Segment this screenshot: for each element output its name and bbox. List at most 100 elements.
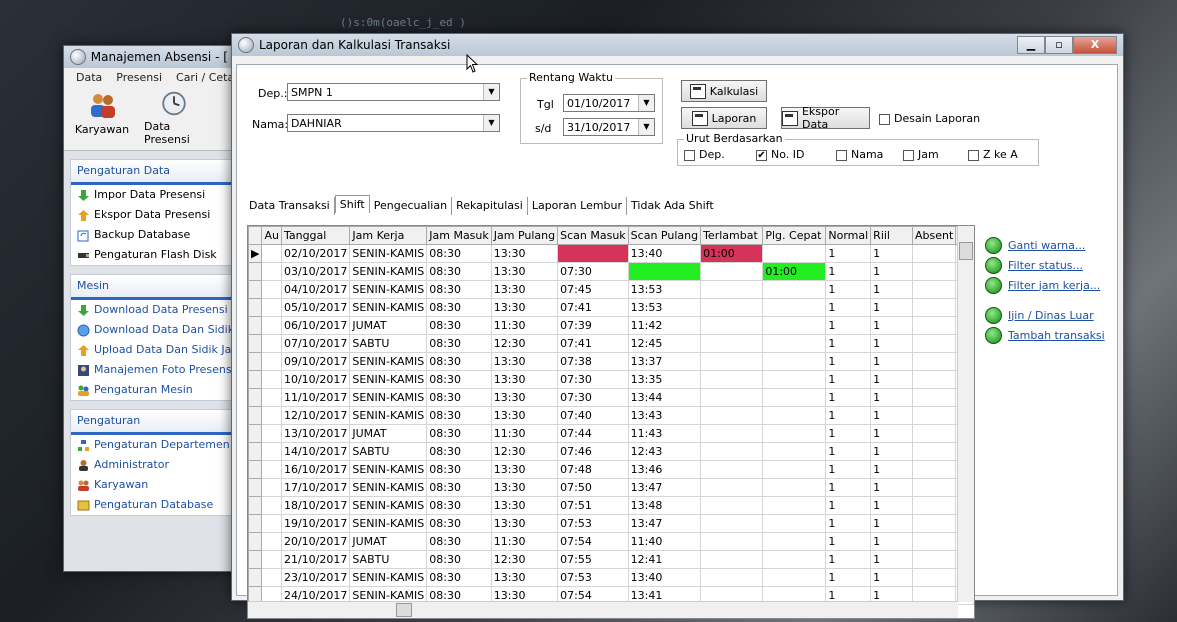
panel-item-upload-sidik-jari[interactable]: Upload Data Dan Sidik Jari K [71, 340, 250, 360]
column-header[interactable]: Absent [911, 226, 957, 245]
row-indicator[interactable] [248, 298, 263, 317]
column-header[interactable]: Jam Masuk [426, 226, 492, 245]
table-row[interactable]: 13/10/2017 JUMAT 08:30 11:30 07:44 11:43 1 1 [248, 424, 974, 443]
panel-title[interactable]: Mesin [71, 275, 237, 300]
minimize-button[interactable]: ▁ [1017, 36, 1045, 54]
panel-item-download-sidik-jari[interactable]: Download Data Dan Sidik Jari [71, 320, 255, 340]
column-header[interactable]: Scan Pulang [627, 226, 702, 245]
panel-item-ekspor[interactable]: Ekspor Data Presensi [71, 205, 237, 225]
scroll-thumb[interactable] [396, 603, 412, 617]
table-row[interactable]: 04/10/2017 SENIN-KAMIS 08:30 13:30 07:45 13:5… [248, 280, 974, 299]
column-header[interactable]: Jam Pulang [490, 226, 559, 245]
checkbox-box[interactable] [879, 113, 890, 125]
panel-item-flash-disk[interactable]: Pengaturan Flash Disk [71, 245, 237, 265]
report-window-titlebar[interactable]: Laporan dan Kalkulasi Transaksi [232, 34, 1123, 56]
laporan-button[interactable]: Laporan [681, 107, 767, 129]
menu-presensi[interactable]: Presensi [116, 71, 162, 84]
table-row[interactable]: 16/10/2017 SENIN-KAMIS 08:30 13:30 07:48 13:4… [248, 460, 974, 479]
tambah-transaksi-link[interactable]: Tambah transaksi [985, 325, 1105, 345]
horizontal-scrollbar[interactable] [248, 601, 958, 618]
kalkulasi-button[interactable]: Kalkulasi [681, 80, 767, 102]
row-indicator[interactable] [248, 550, 263, 569]
table-row[interactable]: 12/10/2017 SENIN-KAMIS 08:30 13:30 07:40 13:4… [248, 406, 974, 425]
row-indicator[interactable] [248, 280, 263, 299]
tab-tidak-ada-shift[interactable]: Tidak Ada Shift [627, 197, 718, 215]
ijin-dinas-luar-link[interactable]: Ijin / Dinas Luar [985, 305, 1105, 325]
urut-nama-checkbox[interactable]: Nama [836, 148, 883, 161]
row-indicator[interactable] [248, 388, 263, 407]
column-header[interactable]: Riil [870, 226, 913, 245]
row-indicator[interactable] [248, 496, 263, 515]
filter-jam-kerja-link[interactable]: Filter jam kerja... [985, 275, 1105, 295]
maximize-button[interactable]: ▫ [1045, 36, 1073, 54]
scroll-thumb[interactable] [959, 242, 973, 260]
panel-title[interactable]: Pengaturan Data [71, 160, 237, 185]
table-row[interactable]: 23/10/2017 SENIN-KAMIS 08:30 13:30 07:53 13:4… [248, 568, 974, 587]
ganti-warna-link[interactable]: Ganti warna... [985, 235, 1105, 255]
table-row[interactable]: ▶ 02/10/2017 SENIN-KAMIS 08:30 13:30 13:40 01:… [248, 244, 974, 263]
row-indicator[interactable] [248, 334, 263, 353]
row-indicator[interactable] [248, 514, 263, 533]
table-row[interactable]: 07/10/2017 SABTU 08:30 12:30 07:41 12:45 1 1 [248, 334, 974, 353]
panel-item-download-presensi[interactable]: Download Data Presensi [71, 300, 237, 320]
panel-item-departemen[interactable]: Pengaturan Departemen [71, 435, 237, 455]
tgl-date-picker[interactable]: 01/10/2017 ▼ [563, 94, 655, 112]
chevron-down-icon[interactable]: ▼ [638, 119, 654, 135]
urut-jam-checkbox[interactable]: Jam [903, 148, 939, 161]
row-indicator[interactable] [248, 532, 263, 551]
table-row[interactable]: 06/10/2017 JUMAT 08:30 11:30 07:39 11:42 1 1 [248, 316, 974, 335]
table-row[interactable]: 11/10/2017 SENIN-KAMIS 08:30 13:30 07:30 13:4… [248, 388, 974, 407]
dep-combobox[interactable]: SMPN 1 ▼ [287, 83, 500, 101]
ekspor-data-button[interactable]: Ekspor Data [781, 105, 870, 131]
column-header[interactable]: Terlambat [700, 226, 764, 245]
column-header[interactable]: Normal [825, 226, 872, 245]
menu-data[interactable]: Data [76, 71, 102, 84]
row-indicator[interactable] [248, 424, 263, 443]
panel-item-database[interactable]: Pengaturan Database [71, 495, 237, 515]
urut-zkea-checkbox[interactable]: Z ke A [968, 148, 1018, 161]
tab-shift[interactable]: Shift [334, 195, 370, 213]
panel-title[interactable]: Pengaturan [71, 410, 237, 435]
table-row[interactable]: 05/10/2017 SENIN-KAMIS 08:30 13:30 07:41 13:5… [248, 298, 974, 317]
vertical-scrollbar[interactable] [957, 226, 974, 602]
table-row[interactable]: 14/10/2017 SABTU 08:30 12:30 07:46 12:43 1 1 [248, 442, 974, 461]
chevron-down-icon[interactable]: ▼ [638, 95, 654, 111]
row-indicator[interactable] [248, 406, 263, 425]
checkbox-checked-box[interactable]: ✔ [756, 149, 767, 161]
checkbox-box[interactable] [903, 149, 914, 161]
column-header[interactable]: Scan Masuk [557, 226, 629, 245]
row-indicator[interactable] [248, 370, 263, 389]
table-row[interactable]: 20/10/2017 JUMAT 08:30 11:30 07:54 11:40 1 1 [248, 532, 974, 551]
sd-date-picker[interactable]: 31/10/2017 ▼ [563, 118, 655, 136]
shift-data-grid[interactable]: Au Tanggal Jam Kerja Jam Masuk Jam Pulang Sca… [247, 225, 975, 619]
urut-dep-checkbox[interactable]: Dep. [684, 148, 725, 161]
tab-laporan-lembur[interactable]: Laporan Lembur [528, 197, 628, 215]
panel-item-pengaturan-mesin[interactable]: Pengaturan Mesin [71, 380, 237, 400]
desain-laporan-checkbox[interactable]: Desain Laporan [879, 112, 980, 125]
table-row[interactable]: 21/10/2017 SABTU 08:30 12:30 07:55 12:41 1 1 [248, 550, 974, 569]
menu-cari-cetak[interactable]: Cari / Ceta [176, 71, 234, 84]
tab-data-transaksi[interactable]: Data Transaksi [245, 197, 335, 215]
row-indicator[interactable] [248, 262, 263, 281]
main-window-titlebar[interactable]: Manajemen Absensi - [ Su [64, 46, 244, 68]
row-indicator[interactable] [248, 478, 263, 497]
tab-rekapitulasi[interactable]: Rekapitulasi [452, 197, 528, 215]
checkbox-box[interactable] [968, 149, 979, 161]
toolbar-data-presensi-button[interactable]: Data Presensi [144, 90, 204, 146]
column-header[interactable]: Jam Kerja [349, 226, 428, 245]
table-row[interactable]: 10/10/2017 SENIN-KAMIS 08:30 13:30 07:30 13:3… [248, 370, 974, 389]
table-row[interactable]: 17/10/2017 SENIN-KAMIS 08:30 13:30 07:50 13:4… [248, 478, 974, 497]
checkbox-box[interactable] [684, 149, 695, 161]
row-indicator[interactable] [248, 316, 263, 335]
filter-status-link[interactable]: Filter status... [985, 255, 1105, 275]
panel-item-foto-presensi[interactable]: Manajemen Foto Presensi [71, 360, 237, 380]
nama-combobox[interactable]: DAHNIAR ▼ [287, 114, 500, 132]
chevron-down-icon[interactable]: ▼ [483, 84, 499, 100]
row-indicator[interactable] [248, 568, 263, 587]
table-row[interactable]: 03/10/2017 SENIN-KAMIS 08:30 13:30 07:30 01:0… [248, 262, 974, 281]
row-indicator[interactable] [248, 352, 263, 371]
table-row[interactable]: 19/10/2017 SENIN-KAMIS 08:30 13:30 07:53 13:4… [248, 514, 974, 533]
column-header[interactable]: Plg. Cepat [762, 226, 827, 245]
panel-item-administrator[interactable]: Administrator [71, 455, 237, 475]
panel-item-karyawan[interactable]: Karyawan [71, 475, 237, 495]
